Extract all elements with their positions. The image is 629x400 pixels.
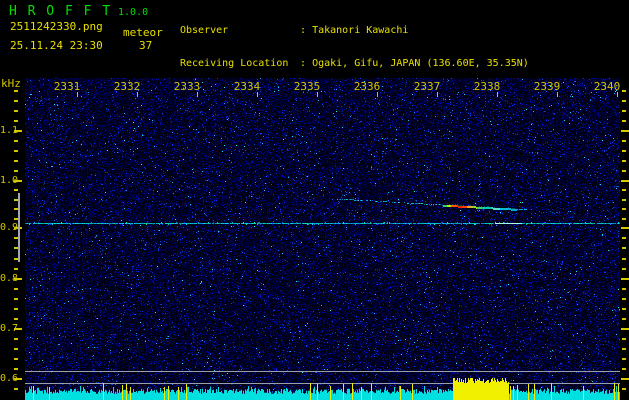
info-value: Takanori Kawachi xyxy=(312,25,409,36)
time-minute-tick xyxy=(437,92,438,97)
freq-tick-label: 0.6 xyxy=(0,373,19,384)
app-title: H R O F F T xyxy=(9,4,112,19)
freq-minor-tick xyxy=(622,358,626,360)
freq-minor-tick xyxy=(622,338,626,340)
freq-minor-tick xyxy=(14,160,18,162)
freq-minor-tick xyxy=(14,110,18,112)
freq-minor-tick xyxy=(14,268,18,270)
freq-minor-tick xyxy=(622,247,626,249)
freq-major-tick xyxy=(14,180,22,182)
freq-major-tick xyxy=(14,378,22,380)
freq-minor-tick xyxy=(14,338,18,340)
freq-major-tick xyxy=(621,378,629,380)
hrofft-window: H R O F F T 1.0.0 2511242330.png meteor … xyxy=(0,0,629,400)
freq-minor-tick xyxy=(622,189,626,191)
freq-axis-unit-label: kHz xyxy=(1,77,21,90)
freq-minor-tick xyxy=(622,110,626,112)
freq-minor-tick xyxy=(14,288,18,290)
freq-minor-tick xyxy=(622,160,626,162)
freq-minor-tick xyxy=(622,298,626,300)
freq-minor-tick xyxy=(14,318,18,320)
time-minute-tick xyxy=(257,92,258,97)
freq-major-tick xyxy=(621,130,629,132)
freq-major-tick xyxy=(621,227,629,229)
freq-major-tick xyxy=(14,278,22,280)
meteor-count: 37 xyxy=(139,39,153,52)
freq-major-tick xyxy=(621,328,629,330)
freq-minor-tick xyxy=(622,388,626,390)
freq-minor-tick xyxy=(622,140,626,142)
observation-datetime: 25.11.24 23:30 xyxy=(10,39,103,52)
freq-minor-tick xyxy=(14,150,18,152)
freq-minor-tick xyxy=(622,268,626,270)
freq-minor-tick xyxy=(622,150,626,152)
freq-minor-tick xyxy=(622,120,626,122)
info-value: Ogaki, Gifu, JAPAN (136.60E, 35.35N) xyxy=(312,58,529,69)
freq-minor-tick xyxy=(14,368,18,370)
freq-minor-tick xyxy=(622,208,626,210)
freq-minor-tick xyxy=(14,140,18,142)
freq-major-tick xyxy=(14,328,22,330)
freq-minor-tick xyxy=(14,170,18,172)
mode-label: meteor xyxy=(123,26,163,39)
info-colon: : xyxy=(294,58,313,69)
freq-minor-tick xyxy=(14,388,18,390)
freq-minor-tick xyxy=(14,120,18,122)
info-row-observer: Observer : Takanori Kawachi xyxy=(180,25,529,36)
info-colon: : xyxy=(294,25,313,36)
freq-minor-tick xyxy=(622,199,626,201)
freq-minor-tick xyxy=(622,348,626,350)
freq-minor-tick xyxy=(622,90,626,92)
freq-minor-tick xyxy=(622,318,626,320)
time-minute-tick xyxy=(557,92,558,97)
freq-minor-tick xyxy=(622,237,626,239)
output-filename: 2511242330.png xyxy=(10,20,103,33)
freq-minor-tick xyxy=(14,308,18,310)
freq-minor-tick xyxy=(622,288,626,290)
meteor-search-band-marker xyxy=(18,193,20,262)
time-minute-tick xyxy=(197,92,198,97)
freq-tick-label: 0.8 xyxy=(0,273,19,284)
time-minute-tick xyxy=(377,92,378,97)
freq-minor-tick xyxy=(622,368,626,370)
time-minute-tick xyxy=(617,92,618,97)
freq-minor-tick xyxy=(14,298,18,300)
freq-minor-tick xyxy=(622,100,626,102)
time-minute-tick xyxy=(77,92,78,97)
freq-tick-label: 0.7 xyxy=(0,323,19,334)
time-minute-tick xyxy=(137,92,138,97)
freq-tick-label: 0.9 xyxy=(0,222,19,233)
freq-major-tick xyxy=(621,278,629,280)
info-label: Receiving Location xyxy=(180,58,289,69)
freq-minor-tick xyxy=(622,308,626,310)
freq-minor-tick xyxy=(14,90,18,92)
freq-minor-tick xyxy=(14,348,18,350)
freq-minor-tick xyxy=(622,258,626,260)
freq-tick-label: 1.1 xyxy=(0,125,19,136)
freq-minor-tick xyxy=(14,189,18,191)
freq-major-tick xyxy=(621,180,629,182)
info-label: Observer xyxy=(180,25,229,36)
freq-minor-tick xyxy=(14,100,18,102)
info-row-location: Receiving Location : Ogaki, Gifu, JAPAN … xyxy=(180,58,529,69)
time-minute-tick xyxy=(317,92,318,97)
freq-minor-tick xyxy=(622,170,626,172)
app-version: 1.0.0 xyxy=(118,7,149,18)
time-minute-tick xyxy=(497,92,498,97)
freq-minor-tick xyxy=(622,218,626,220)
spectrogram-canvas xyxy=(25,78,620,400)
freq-minor-tick xyxy=(14,358,18,360)
freq-tick-label: 1.0 xyxy=(0,175,19,186)
freq-major-tick xyxy=(14,130,22,132)
